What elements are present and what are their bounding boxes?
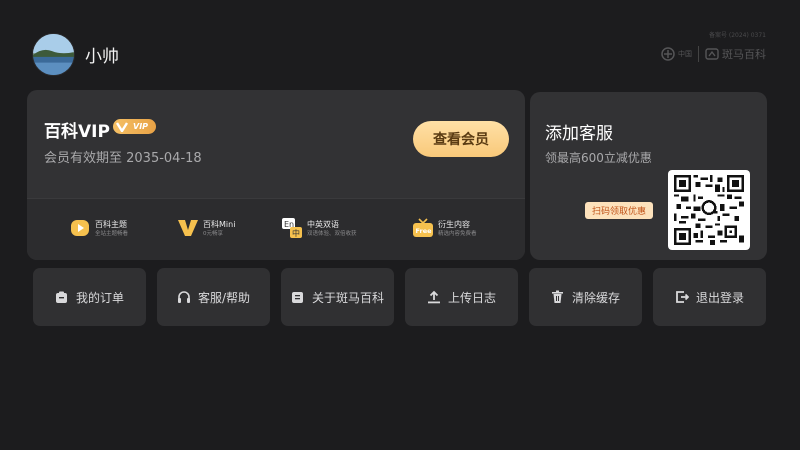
service-help-button[interactable]: 客服/帮助 (157, 268, 270, 326)
view-member-button[interactable]: 查看会员 (413, 121, 509, 157)
service-subtitle: 领最高600立减优惠 (545, 151, 652, 165)
action-label: 客服/帮助 (197, 290, 251, 305)
action-label: 上传日志 (447, 290, 496, 305)
action-label: 退出登录 (695, 290, 744, 305)
en-zh-icon: En 中 (281, 217, 303, 239)
logout-icon (675, 290, 689, 304)
svg-text:中: 中 (292, 228, 300, 238)
brand-left-logo: 中国 (661, 47, 692, 61)
vip-expire-date: 会员有效期至 2035-04-18 (44, 151, 202, 166)
brand-divider (698, 46, 699, 62)
vip-badge: VIP (113, 119, 156, 134)
vip-badge-label: VIP (133, 122, 149, 131)
record-number: 备案号 (2024) 0371 (708, 32, 766, 39)
v-logo-icon (177, 217, 199, 239)
headset-icon (177, 290, 191, 304)
brand-right-logo: 斑马百科 (705, 46, 766, 62)
brand-logos: 中国 斑马百科 (661, 44, 766, 64)
perk-mini: 百科Mini 0元畅享 (177, 217, 235, 239)
perk-bilingual: En 中 中英双语 双语体验、双倍收获 (281, 217, 357, 239)
upload-icon (427, 290, 441, 304)
clear-cache-button[interactable]: 清除缓存 (529, 268, 642, 326)
vip-v-icon (115, 121, 129, 133)
vip-perks: 百科主题 全站主题畅看 百科Mini 0元畅享 En 中 中英双语 双语体验、双… (27, 198, 525, 260)
username: 小帅 (85, 47, 119, 67)
play-icon (69, 217, 91, 239)
action-label: 我的订单 (75, 290, 124, 305)
avatar[interactable] (32, 33, 75, 76)
perk-title: 中英双语 (307, 219, 339, 229)
about-button[interactable]: 关于斑马百科 (281, 268, 394, 326)
perk-title: 衍生内容 (438, 219, 470, 229)
logout-button[interactable]: 退出登录 (653, 268, 766, 326)
my-orders-button[interactable]: 我的订单 (33, 268, 146, 326)
service-title: 添加客服 (545, 124, 613, 144)
perk-theme: 百科主题 全站主题畅看 (69, 217, 128, 239)
brand-right-label: 斑马百科 (722, 48, 766, 61)
perk-derived: Free 衍生内容 精选内容免费看 (412, 217, 477, 239)
brand-left-label: 中国 (678, 50, 692, 58)
vip-title: 百科VIP (44, 122, 110, 142)
perk-title: 百科Mini (203, 219, 236, 229)
perk-subtitle: 全站主题畅看 (95, 230, 129, 237)
customer-service-card[interactable]: 添加客服 领最高600立减优惠 扫码领取优惠 (530, 92, 767, 260)
scan-tag: 扫码领取优惠 (585, 202, 654, 219)
info-doc-icon (291, 290, 305, 304)
qr-code (668, 170, 750, 250)
perk-subtitle: 双语体验、双倍收获 (307, 230, 357, 237)
action-label: 关于斑马百科 (311, 290, 384, 305)
upload-log-button[interactable]: 上传日志 (405, 268, 518, 326)
vip-card: 百科VIP VIP 会员有效期至 2035-04-18 查看会员 百科主题 全站… (27, 90, 525, 260)
perk-title: 百科主题 (95, 219, 127, 229)
action-label: 清除缓存 (571, 290, 620, 305)
perk-subtitle: 0元畅享 (203, 230, 223, 237)
free-icon: Free (412, 217, 434, 239)
perk-subtitle: 精选内容免费看 (438, 230, 477, 237)
zebra-logo-icon (705, 48, 719, 60)
svg-text:Free: Free (416, 227, 433, 235)
order-icon (55, 290, 69, 304)
brand-mark-icon (661, 47, 675, 61)
trash-icon (551, 290, 565, 304)
